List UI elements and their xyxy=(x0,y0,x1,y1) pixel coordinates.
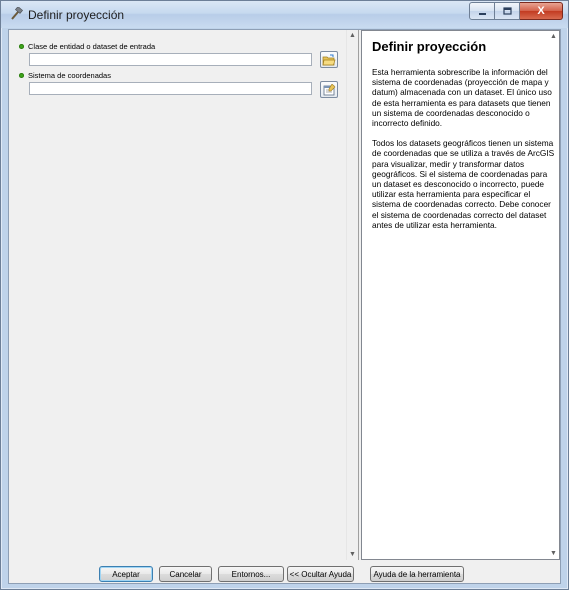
close-icon: X xyxy=(537,5,545,17)
minimize-button[interactable] xyxy=(469,2,495,20)
help-paragraph: Todos los datasets geográficos tienen un… xyxy=(372,138,555,230)
help-panel: Definir proyección Esta herramienta sobr… xyxy=(361,30,560,560)
input-dataset-field[interactable] xyxy=(29,53,312,66)
parameters-panel: Clase de entidad o dataset de entrada Si… xyxy=(9,30,359,560)
open-folder-icon xyxy=(322,54,336,65)
param-label-text: Clase de entidad o dataset de entrada xyxy=(28,42,156,51)
cancel-button[interactable]: Cancelar xyxy=(159,566,212,582)
hide-help-button[interactable]: << Ocultar Ayuda xyxy=(287,566,354,582)
param-label-coordinate-system: Sistema de coordenadas xyxy=(19,71,111,80)
required-indicator-icon xyxy=(19,73,24,78)
param-label-text: Sistema de coordenadas xyxy=(28,71,111,80)
close-button[interactable]: X xyxy=(520,2,563,20)
help-title: Definir proyección xyxy=(372,39,487,54)
scroll-up-icon[interactable]: ▲ xyxy=(349,32,356,39)
window-title: Definir proyección xyxy=(28,8,125,22)
define-projection-dialog: Definir proyección X Clase de entidad o … xyxy=(0,0,569,590)
coordinate-system-field[interactable] xyxy=(29,82,312,95)
help-paragraph: Esta herramienta sobrescribe la informac… xyxy=(372,67,552,129)
tool-help-button[interactable]: Ayuda de la herramienta xyxy=(370,566,464,582)
scroll-down-icon[interactable]: ▼ xyxy=(550,550,557,557)
browse-dataset-button[interactable] xyxy=(320,51,338,68)
environments-button[interactable]: Entornos... xyxy=(218,566,284,582)
param-label-input-dataset: Clase de entidad o dataset de entrada xyxy=(19,42,155,51)
dialog-client-area: Clase de entidad o dataset de entrada Si… xyxy=(8,29,561,584)
help-scrollbar[interactable]: ▲ ▼ xyxy=(550,31,558,559)
coordinate-system-properties-button[interactable] xyxy=(320,81,338,98)
minimize-icon xyxy=(478,12,486,15)
ok-button[interactable]: Aceptar xyxy=(99,566,153,582)
dialog-button-bar: Aceptar Cancelar Entornos... << Ocultar … xyxy=(9,560,560,583)
scroll-up-icon[interactable]: ▲ xyxy=(550,33,557,40)
title-bar[interactable]: Definir proyección X xyxy=(1,1,568,28)
hammer-tool-icon xyxy=(11,7,23,20)
maximize-button[interactable] xyxy=(495,2,520,20)
window-controls: X xyxy=(469,2,563,21)
required-indicator-icon xyxy=(19,44,24,49)
scroll-down-icon[interactable]: ▼ xyxy=(349,551,356,558)
maximize-icon xyxy=(502,6,512,15)
spatial-reference-properties-icon xyxy=(323,83,335,95)
